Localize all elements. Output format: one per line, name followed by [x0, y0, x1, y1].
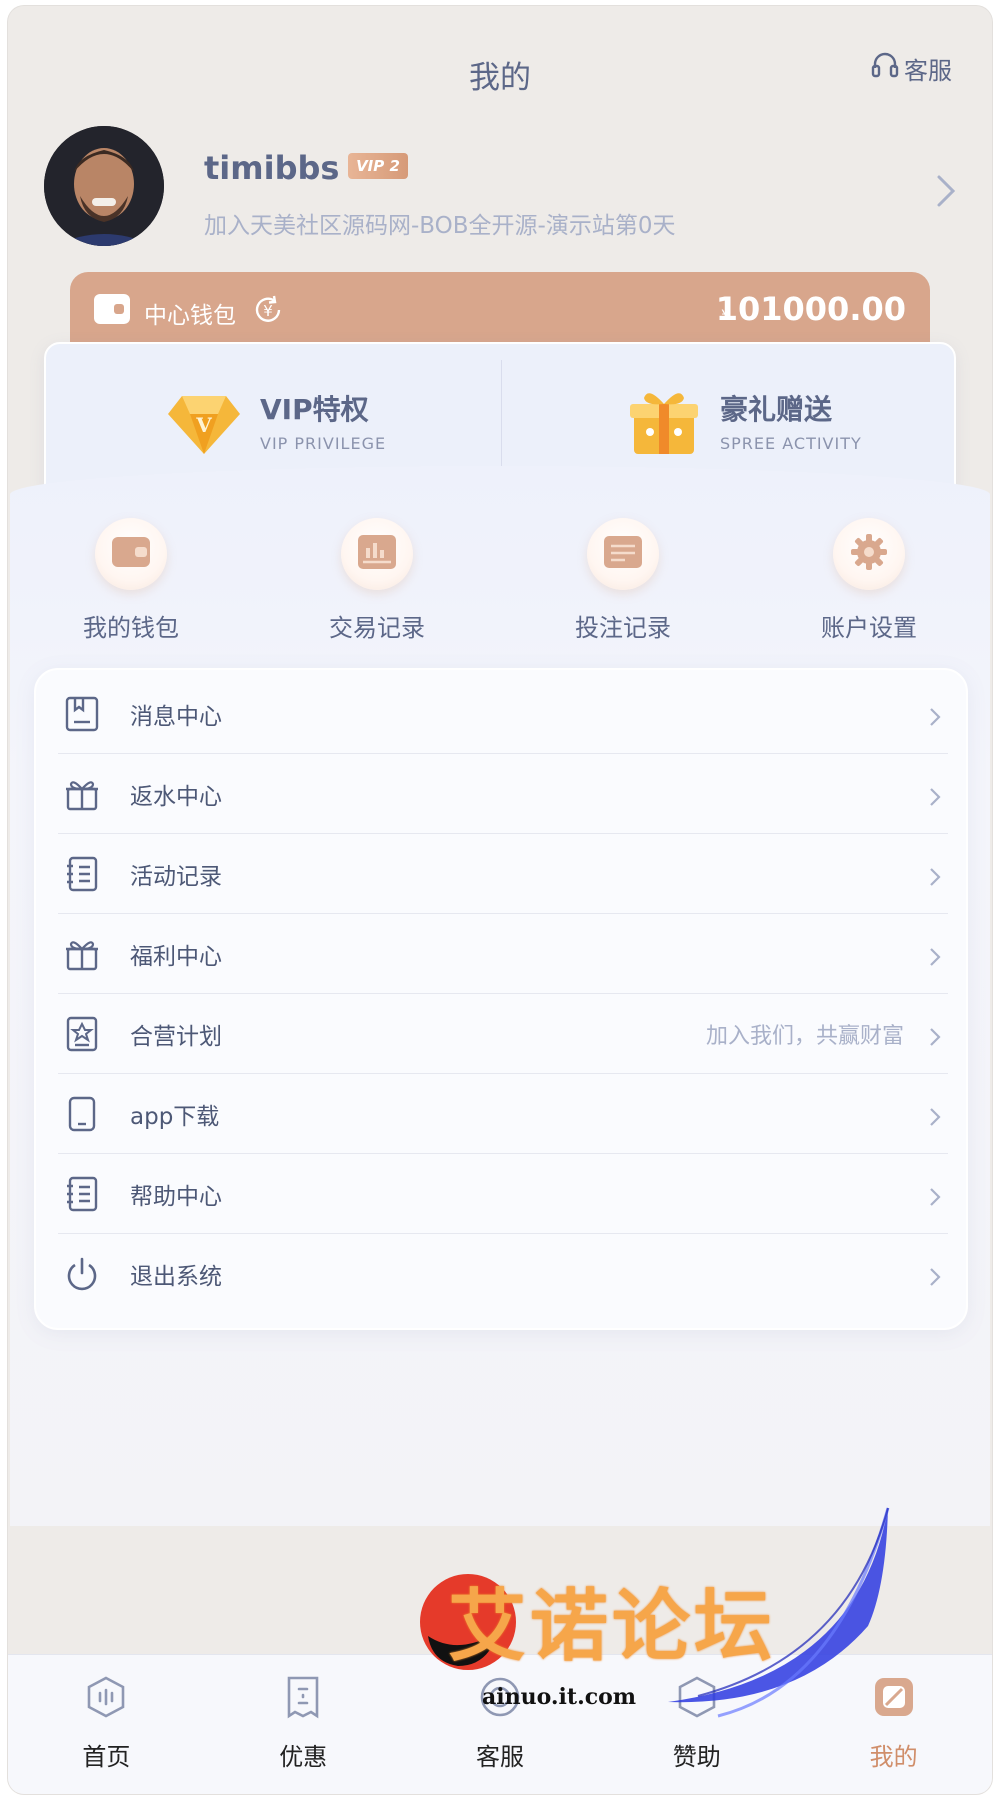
quick-action-bets[interactable]: 投注记录 — [500, 506, 746, 646]
customer-service-link[interactable]: 客服 — [870, 50, 952, 86]
gear-icon — [849, 532, 889, 576]
transaction-icon — [357, 534, 397, 574]
headset-icon — [478, 1675, 522, 1719]
nav-profile[interactable]: 我的 — [795, 1655, 992, 1794]
menu-card: 消息中心 返水中心 活动记录 福利中心 合营计划 加入我们，共赢财富 app下载… — [34, 668, 968, 1330]
diamond-icon: V — [166, 382, 242, 458]
wallet-label: 中心钱包 — [144, 303, 236, 329]
header: 我的 客服 — [8, 6, 992, 126]
wallet-icon — [94, 294, 130, 324]
quick-action-label: 投注记录 — [575, 614, 671, 642]
menu-item-logout[interactable]: 退出系统 — [58, 1234, 948, 1314]
headset-icon — [870, 50, 904, 86]
menu-item-help[interactable]: 帮助中心 — [58, 1154, 948, 1234]
list-icon — [64, 856, 100, 892]
gift-icon — [64, 936, 100, 972]
menu-item-app-download[interactable]: app下载 — [58, 1074, 948, 1154]
coupon-icon — [281, 1675, 325, 1719]
bottom-nav: 首页 优惠 客服 赞助 我的 — [8, 1654, 992, 1794]
svg-text:V: V — [195, 413, 212, 437]
chevron-right-icon — [928, 1187, 942, 1206]
quick-actions: 我的钱包 交易记录 投注记录 账户设置 — [8, 506, 992, 646]
profile-chevron-right-icon[interactable] — [936, 174, 956, 212]
nav-label: 优惠 — [279, 1743, 328, 1771]
nav-label: 首页 — [82, 1743, 131, 1771]
chevron-right-icon — [928, 1027, 942, 1046]
menu-item-welfare[interactable]: 福利中心 — [58, 914, 948, 994]
wallet-icon — [111, 536, 151, 572]
menu-item-hint: 加入我们，共赢财富 — [705, 1023, 904, 1049]
menu-item-partner-plan[interactable]: 合营计划 加入我们，共赢财富 — [58, 994, 948, 1074]
quick-action-label: 我的钱包 — [83, 614, 179, 642]
gift-icon — [64, 776, 100, 812]
chevron-right-icon — [928, 867, 942, 886]
chevron-right-icon — [928, 707, 942, 726]
menu-item-label: 福利中心 — [130, 943, 222, 970]
balance-amount: 101000.00 — [715, 290, 906, 328]
menu-item-label: 消息中心 — [130, 703, 222, 730]
chevron-right-icon — [928, 1107, 942, 1126]
menu-item-label: 退出系统 — [130, 1264, 222, 1290]
quick-action-label: 交易记录 — [329, 614, 425, 642]
svg-text:¥: ¥ — [263, 302, 273, 320]
user-subtitle: 加入天美社区源码网-BOB全开源-演示站第0天 — [204, 213, 676, 239]
menu-item-activity-records[interactable]: 活动记录 — [58, 834, 948, 914]
nav-label: 客服 — [475, 1743, 524, 1771]
gift-box-icon — [626, 382, 702, 458]
spree-activity-subtitle: SPREE ACTIVITY — [720, 434, 862, 453]
home-icon — [84, 1675, 128, 1719]
quick-action-transactions[interactable]: 交易记录 — [254, 506, 500, 646]
bet-record-icon — [603, 535, 643, 573]
vip-privilege-title: VIP特权 — [260, 393, 369, 426]
nav-customer-service[interactable]: 客服 — [402, 1655, 599, 1794]
phone-icon — [64, 1096, 100, 1132]
menu-item-label: 帮助中心 — [130, 1183, 222, 1210]
page-title: 我的 — [469, 60, 531, 96]
chevron-right-icon — [928, 947, 942, 966]
avatar[interactable] — [44, 126, 164, 246]
nav-promotions[interactable]: 优惠 — [205, 1655, 402, 1794]
vip-badge: VIP 2 — [348, 153, 408, 179]
username: timibbs — [204, 149, 340, 187]
menu-item-rebate[interactable]: 返水中心 — [58, 754, 948, 834]
refresh-icon[interactable]: ¥ — [252, 294, 284, 330]
nav-label: 赞助 — [672, 1743, 721, 1771]
chevron-right-icon — [928, 1267, 942, 1286]
menu-item-label: 活动记录 — [130, 863, 222, 890]
nav-home[interactable]: 首页 — [8, 1655, 205, 1794]
chevron-right-icon — [928, 787, 942, 806]
power-icon — [64, 1256, 100, 1292]
list-icon — [64, 1176, 100, 1212]
profile-icon — [872, 1675, 916, 1719]
quick-action-wallet[interactable]: 我的钱包 — [8, 506, 254, 646]
vip-privilege-subtitle: VIP PRIVILEGE — [260, 434, 387, 453]
customer-service-label: 客服 — [904, 56, 952, 85]
quick-action-label: 账户设置 — [821, 614, 917, 642]
app-screen: 我的 客服 timibbs VIP 2 加入天美社区源码网-BOB全开源-演示站… — [8, 6, 992, 1794]
quick-action-settings[interactable]: 账户设置 — [746, 506, 992, 646]
menu-item-label: 合营计划 — [130, 1023, 222, 1050]
partner-icon — [64, 1016, 100, 1052]
menu-item-messages[interactable]: 消息中心 — [58, 674, 948, 754]
menu-item-label: 返水中心 — [130, 783, 222, 810]
spree-activity-title: 豪礼赠送 — [720, 393, 833, 426]
nav-sponsor[interactable]: 赞助 — [598, 1655, 795, 1794]
menu-item-label: app下载 — [130, 1103, 220, 1130]
sponsor-icon — [675, 1675, 719, 1719]
message-icon — [64, 696, 100, 732]
nav-label: 我的 — [869, 1743, 918, 1771]
